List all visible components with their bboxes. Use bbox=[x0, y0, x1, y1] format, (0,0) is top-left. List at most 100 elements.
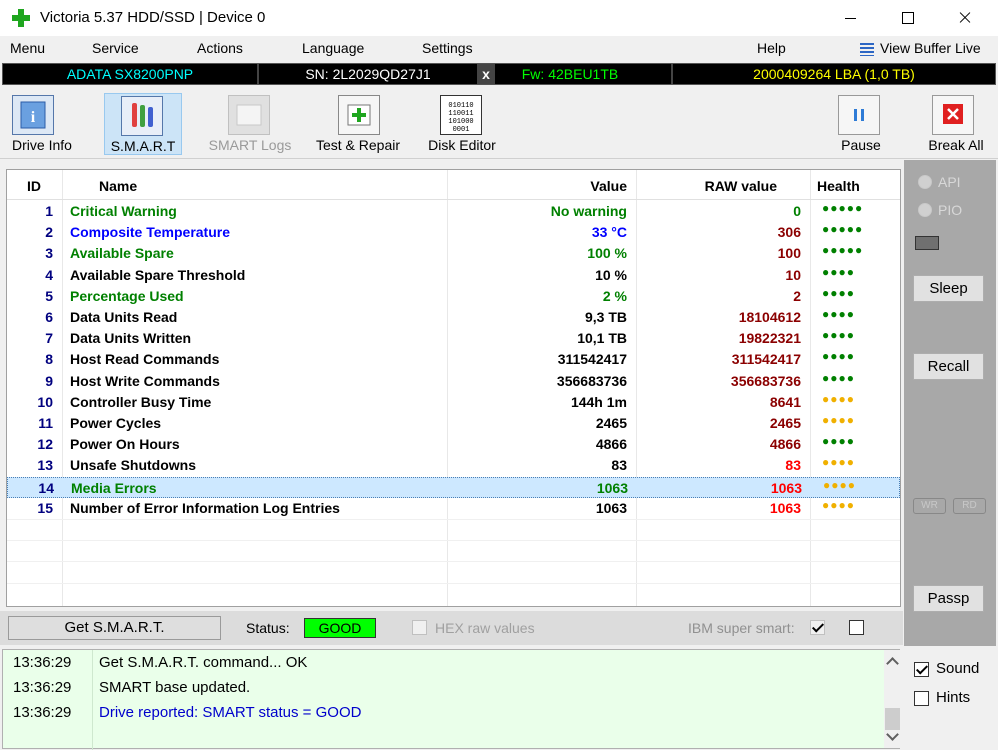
row-value: 2465 bbox=[595, 415, 627, 431]
log-scrollbar[interactable] bbox=[884, 650, 901, 748]
menu-language[interactable]: Language bbox=[302, 40, 364, 56]
drive-info-button[interactable]: i Drive Info bbox=[4, 93, 80, 155]
scroll-up-icon[interactable] bbox=[886, 657, 899, 670]
extra-checkbox[interactable] bbox=[849, 620, 864, 635]
header-id[interactable]: ID bbox=[27, 178, 41, 194]
ibm-super-smart-checkbox bbox=[810, 620, 825, 635]
table-row[interactable]: 14 Media Errors 1063 1063 ●●●● bbox=[7, 476, 900, 498]
row-id: 15 bbox=[37, 499, 53, 516]
close-button[interactable] bbox=[936, 0, 994, 36]
row-value: No warning bbox=[550, 203, 627, 219]
row-raw: 83 bbox=[785, 457, 801, 474]
log-time: 13:36:29 bbox=[13, 679, 72, 696]
pio-radio: PIO bbox=[916, 201, 992, 221]
svg-text:101000: 101000 bbox=[448, 118, 473, 126]
row-health: ●●●●● bbox=[822, 222, 864, 237]
table-row[interactable]: 4 Available Spare Threshold 10 % 10 ●●●● bbox=[7, 265, 900, 286]
device-model[interactable]: ADATA SX8200PNP bbox=[3, 64, 257, 84]
row-name: Power On Hours bbox=[70, 436, 180, 453]
header-raw[interactable]: RAW value bbox=[637, 178, 777, 194]
row-id: 7 bbox=[45, 330, 53, 347]
device-capacity: 2000409264 LBA (1,0 TB) bbox=[753, 66, 915, 82]
maximize-button[interactable] bbox=[879, 0, 937, 36]
row-id: 13 bbox=[37, 457, 53, 474]
table-row[interactable]: 1 Critical Warning No warning 0 ●●●●● bbox=[7, 201, 900, 222]
ibm-super-smart-label: IBM super smart: bbox=[688, 620, 795, 636]
empty-row bbox=[7, 540, 900, 561]
stop-icon bbox=[932, 95, 974, 135]
row-health: ●●●● bbox=[822, 307, 855, 321]
row-id: 14 bbox=[38, 479, 54, 496]
row-health: ●●●● bbox=[822, 413, 855, 427]
table-row[interactable]: 10 Controller Busy Time 144h 1m 8641 ●●●● bbox=[7, 392, 900, 413]
log-message: Drive reported: SMART status = GOOD bbox=[99, 704, 362, 721]
row-value: 144h 1m bbox=[570, 393, 627, 410]
row-value: 10 % bbox=[595, 266, 627, 283]
row-name: Media Errors bbox=[71, 479, 157, 496]
menu-actions[interactable]: Actions bbox=[197, 40, 243, 56]
scroll-down-icon[interactable] bbox=[886, 728, 899, 741]
smart-logs-button: SMART Logs bbox=[204, 93, 296, 155]
row-value: 356683736 bbox=[556, 372, 627, 389]
pause-button[interactable]: Pause bbox=[834, 93, 888, 155]
drive-info-label: Drive Info bbox=[12, 137, 72, 153]
row-id: 9 bbox=[45, 372, 53, 389]
row-raw: 311542417 bbox=[731, 351, 801, 368]
log-entry: 13:36:29 Get S.M.A.R.T. command... OK bbox=[3, 650, 883, 675]
log-panel[interactable]: 13:36:29 Get S.M.A.R.T. command... OK 13:3… bbox=[2, 649, 901, 750]
row-name: Host Read Commands bbox=[70, 351, 220, 368]
header-value[interactable]: Value bbox=[447, 178, 627, 194]
table-row[interactable]: 15 Number of Error Information Log Entrie… bbox=[7, 498, 900, 519]
device-firmware: Fw: 42BEU1TB bbox=[521, 66, 619, 82]
status-label: Status: bbox=[246, 620, 290, 636]
row-value: 9,3 TB bbox=[584, 309, 627, 325]
sleep-button[interactable]: Sleep bbox=[913, 275, 984, 302]
menu-menu[interactable]: Menu bbox=[10, 40, 45, 56]
table-row[interactable]: 6 Data Units Read 9,3 TB 18104612 ●●●● bbox=[7, 307, 900, 328]
table-row[interactable]: 2 Composite Temperature 33 °C 306 ●●●●● bbox=[7, 222, 900, 243]
row-raw: 0 bbox=[793, 203, 801, 219]
wr-indicator: WR bbox=[913, 498, 946, 514]
table-row[interactable]: 7 Data Units Written 10,1 TB 19822321 ●●●● bbox=[7, 328, 900, 349]
status-led bbox=[915, 236, 939, 250]
row-health: ●●●● bbox=[823, 477, 856, 492]
table-row[interactable]: 13 Unsafe Shutdowns 83 83 ●●●● bbox=[7, 455, 900, 476]
hex-raw-label: HEX raw values bbox=[435, 620, 535, 636]
test-tubes-icon bbox=[121, 96, 163, 136]
device-close-x[interactable]: x bbox=[477, 64, 495, 84]
empty-row bbox=[7, 561, 900, 582]
table-row[interactable]: 3 Available Spare 100 % 100 ●●●●● bbox=[7, 243, 900, 264]
disk-editor-button[interactable]: 010110 110011 101000 0001 Disk Editor bbox=[422, 93, 502, 155]
row-health: ●●●● bbox=[822, 349, 855, 364]
table-row[interactable]: 9 Host Write Commands 356683736 356683736 ●●… bbox=[7, 371, 900, 392]
menu-service[interactable]: Service bbox=[92, 40, 139, 56]
header-name[interactable]: Name bbox=[99, 178, 137, 194]
api-label: API bbox=[938, 174, 961, 190]
test-repair-button[interactable]: Test & Repair bbox=[308, 93, 408, 155]
header-health[interactable]: Health bbox=[817, 178, 860, 194]
hints-checkbox[interactable] bbox=[914, 691, 929, 706]
menu-help[interactable]: Help bbox=[757, 40, 786, 56]
break-all-button[interactable]: Break All bbox=[924, 93, 988, 155]
get-smart-button[interactable]: Get S.M.A.R.T. bbox=[8, 616, 221, 640]
smart-table[interactable]: ID Name Value RAW value Health 1 Critical… bbox=[6, 169, 901, 607]
row-name: Unsafe Shutdowns bbox=[70, 457, 197, 474]
title-bar: Victoria 5.37 HDD/SSD | Device 0 bbox=[0, 0, 998, 36]
minimize-button[interactable] bbox=[822, 0, 880, 36]
pio-label: PIO bbox=[938, 202, 963, 218]
view-buffer-live[interactable]: View Buffer Live bbox=[880, 40, 981, 56]
smart-button[interactable]: S.M.A.R.T bbox=[104, 93, 182, 155]
passp-button[interactable]: Passp bbox=[913, 585, 984, 612]
menu-settings[interactable]: Settings bbox=[422, 40, 473, 56]
scroll-thumb[interactable] bbox=[885, 708, 900, 730]
app-cross-icon bbox=[12, 9, 30, 27]
table-row[interactable]: 8 Host Read Commands 311542417 311542417 ●●●… bbox=[7, 349, 900, 370]
sound-checkbox[interactable] bbox=[914, 662, 929, 677]
row-value: 33 °C bbox=[591, 224, 627, 241]
table-row[interactable]: 12 Power On Hours 4866 4866 ●●●● bbox=[7, 434, 900, 455]
table-row[interactable]: 11 Power Cycles 2465 2465 ●●●● bbox=[7, 413, 900, 434]
row-id: 6 bbox=[45, 309, 53, 325]
recall-button[interactable]: Recall bbox=[913, 353, 984, 380]
table-row[interactable]: 5 Percentage Used 2 % 2 ●●●● bbox=[7, 286, 900, 307]
row-id: 11 bbox=[38, 415, 53, 431]
